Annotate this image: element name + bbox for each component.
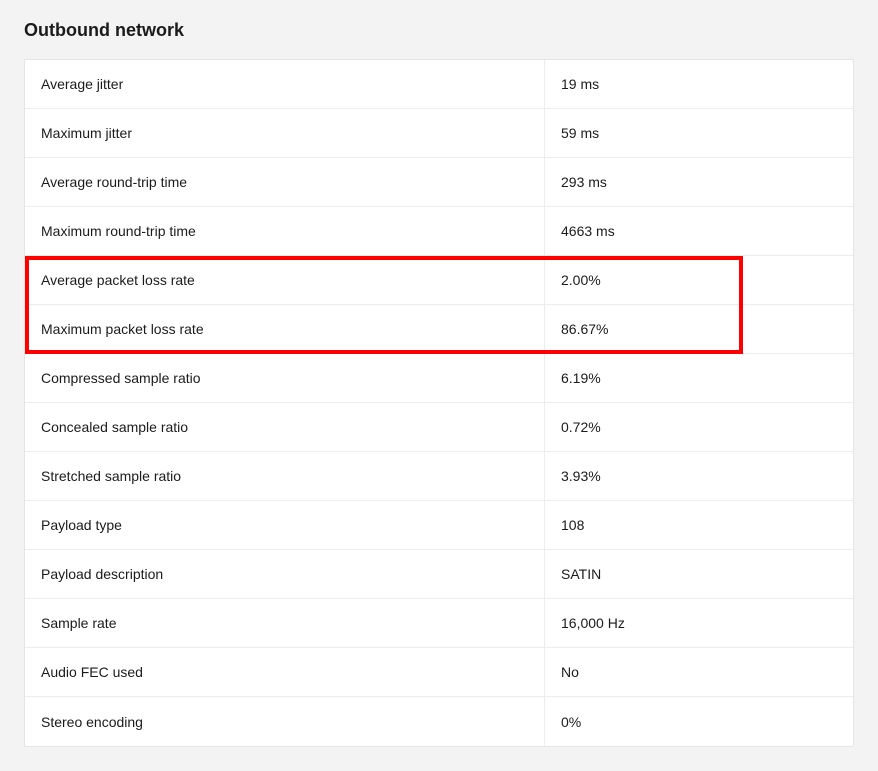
table-row: Payload type 108 — [25, 501, 853, 550]
metric-value: 4663 ms — [545, 208, 853, 254]
metric-label: Stretched sample ratio — [25, 452, 545, 500]
metric-value: 108 — [545, 502, 853, 548]
metrics-table: Average jitter 19 ms Maximum jitter 59 m… — [24, 59, 854, 747]
table-row: Sample rate 16,000 Hz — [25, 599, 853, 648]
metric-value: 86.67% — [545, 306, 853, 352]
metric-label: Compressed sample ratio — [25, 354, 545, 402]
metric-label: Payload type — [25, 501, 545, 549]
metric-label: Sample rate — [25, 599, 545, 647]
metric-value: 16,000 Hz — [545, 600, 853, 646]
metric-label: Audio FEC used — [25, 648, 545, 696]
metric-value: 3.93% — [545, 453, 853, 499]
metric-label: Payload description — [25, 550, 545, 598]
table-row: Maximum packet loss rate 86.67% — [25, 305, 853, 354]
metric-value: 0% — [545, 699, 853, 745]
table-row: Average round-trip time 293 ms — [25, 158, 853, 207]
metric-label: Average round-trip time — [25, 158, 545, 206]
table-row: Payload description SATIN — [25, 550, 853, 599]
section-title: Outbound network — [24, 20, 854, 41]
metric-label: Maximum packet loss rate — [25, 305, 545, 353]
metric-value: 2.00% — [545, 257, 853, 303]
metric-label: Average packet loss rate — [25, 256, 545, 304]
metric-value: 293 ms — [545, 159, 853, 205]
table-row: Maximum jitter 59 ms — [25, 109, 853, 158]
table-row: Audio FEC used No — [25, 648, 853, 697]
metric-label: Maximum round-trip time — [25, 207, 545, 255]
metric-value: 59 ms — [545, 110, 853, 156]
table-row: Compressed sample ratio 6.19% — [25, 354, 853, 403]
metric-value: 0.72% — [545, 404, 853, 450]
table-row: Concealed sample ratio 0.72% — [25, 403, 853, 452]
metric-value: No — [545, 649, 853, 695]
metric-value: SATIN — [545, 551, 853, 597]
metric-label: Concealed sample ratio — [25, 403, 545, 451]
table-row: Stretched sample ratio 3.93% — [25, 452, 853, 501]
metric-label: Average jitter — [25, 60, 545, 108]
table-row: Maximum round-trip time 4663 ms — [25, 207, 853, 256]
metric-value: 6.19% — [545, 355, 853, 401]
metric-value: 19 ms — [545, 61, 853, 107]
table-row: Average jitter 19 ms — [25, 60, 853, 109]
table-row: Average packet loss rate 2.00% — [25, 256, 853, 305]
metric-label: Stereo encoding — [25, 697, 545, 746]
outbound-network-panel: Outbound network Average jitter 19 ms Ma… — [0, 0, 878, 771]
metric-label: Maximum jitter — [25, 109, 545, 157]
table-row: Stereo encoding 0% — [25, 697, 853, 746]
